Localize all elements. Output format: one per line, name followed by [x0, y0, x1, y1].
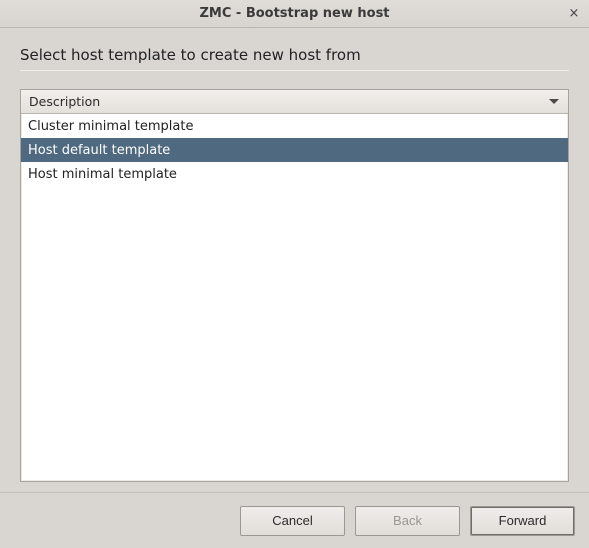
list-body: Cluster minimal template Host default tem… [21, 114, 568, 481]
button-bar: Cancel Back Forward [0, 492, 589, 548]
back-button: Back [355, 506, 460, 536]
chevron-down-icon [549, 99, 559, 104]
template-list: Description Cluster minimal template Host… [20, 89, 569, 482]
titlebar: ZMC - Bootstrap new host × [0, 0, 589, 28]
divider [20, 70, 569, 71]
column-header-description[interactable]: Description [21, 90, 568, 114]
close-icon[interactable]: × [567, 7, 581, 21]
list-item-label: Host minimal template [28, 167, 177, 182]
forward-button[interactable]: Forward [470, 506, 575, 536]
list-item[interactable]: Host minimal template [21, 162, 568, 186]
column-header-label: Description [29, 94, 549, 109]
cancel-button[interactable]: Cancel [240, 506, 345, 536]
dialog-content: Select host template to create new host … [0, 28, 589, 492]
list-item-label: Host default template [28, 143, 170, 158]
list-item-label: Cluster minimal template [28, 119, 193, 134]
list-item[interactable]: Host default template [21, 138, 568, 162]
list-item[interactable]: Cluster minimal template [21, 114, 568, 138]
page-heading: Select host template to create new host … [20, 46, 569, 64]
window-title: ZMC - Bootstrap new host [0, 6, 589, 21]
